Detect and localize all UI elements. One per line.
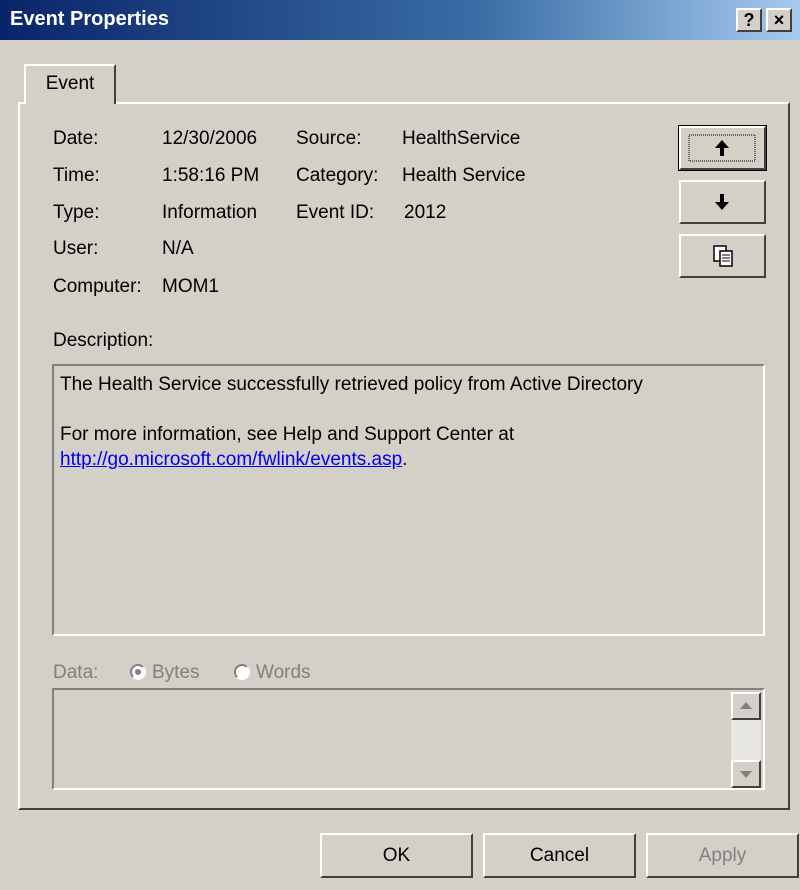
user-label: User:	[53, 238, 99, 259]
ok-button[interactable]: OK	[320, 833, 473, 878]
source-value: HealthService	[402, 128, 521, 149]
category-value: Health Service	[402, 165, 526, 186]
copy-event-button[interactable]	[679, 234, 766, 278]
category-label: Category:	[296, 165, 379, 186]
window-title: Event Properties	[10, 8, 169, 30]
help-link[interactable]: http://go.microsoft.com/fwlink/events.as…	[60, 449, 402, 470]
description-line-1: The Health Service successfully retrieve…	[60, 374, 643, 395]
data-scrollbar[interactable]	[731, 692, 761, 788]
link-suffix: .	[402, 449, 408, 470]
type-value: Information	[162, 202, 258, 223]
title-bar: Event Properties ? ×	[0, 0, 800, 40]
event-id-label: Event ID:	[296, 202, 375, 223]
bytes-label: Bytes	[152, 662, 200, 683]
description-label: Description:	[53, 330, 154, 351]
date-label: Date:	[53, 128, 99, 149]
next-event-button[interactable]	[679, 180, 766, 224]
source-label: Source:	[296, 128, 362, 149]
previous-event-button[interactable]	[678, 125, 767, 171]
bytes-radio-dot	[135, 669, 141, 675]
close-button[interactable]: ×	[766, 8, 792, 32]
data-textbox[interactable]	[52, 688, 765, 790]
help-icon: ?	[743, 10, 755, 30]
copy-icon	[713, 245, 733, 267]
words-label: Words	[256, 662, 311, 683]
words-radio[interactable]	[234, 664, 250, 680]
date-value: 12/30/2006	[162, 128, 258, 149]
type-label: Type:	[53, 202, 100, 223]
arrow-down-icon	[715, 194, 729, 210]
cancel-button[interactable]: Cancel	[483, 833, 636, 878]
bytes-radio[interactable]	[130, 664, 146, 680]
arrow-up-icon	[688, 134, 756, 162]
computer-value: MOM1	[162, 276, 219, 297]
time-value: 1:58:16 PM	[162, 165, 260, 186]
description-line-2: For more information, see Help and Suppo…	[60, 424, 515, 445]
user-value: N/A	[162, 238, 194, 259]
event-id-value: 2012	[404, 202, 447, 223]
time-label: Time:	[53, 165, 100, 186]
tab-event[interactable]: Event	[24, 64, 116, 104]
apply-button[interactable]: Apply	[646, 833, 799, 878]
scroll-up-button[interactable]	[731, 692, 761, 720]
tab-event-label: Event	[45, 73, 95, 94]
computer-label: Computer:	[53, 276, 142, 297]
scroll-down-icon	[740, 771, 752, 778]
scroll-up-icon	[740, 702, 752, 709]
description-content: The Health Service successfully retrieve…	[60, 372, 643, 472]
data-label: Data:	[53, 662, 99, 683]
help-button[interactable]: ?	[736, 8, 762, 32]
event-properties-window: Event Properties ? × Event Date: 12/30/2…	[0, 0, 800, 890]
close-icon: ×	[773, 10, 785, 30]
scroll-down-button[interactable]	[731, 760, 761, 788]
description-textbox[interactable]: The Health Service successfully retrieve…	[52, 364, 765, 636]
